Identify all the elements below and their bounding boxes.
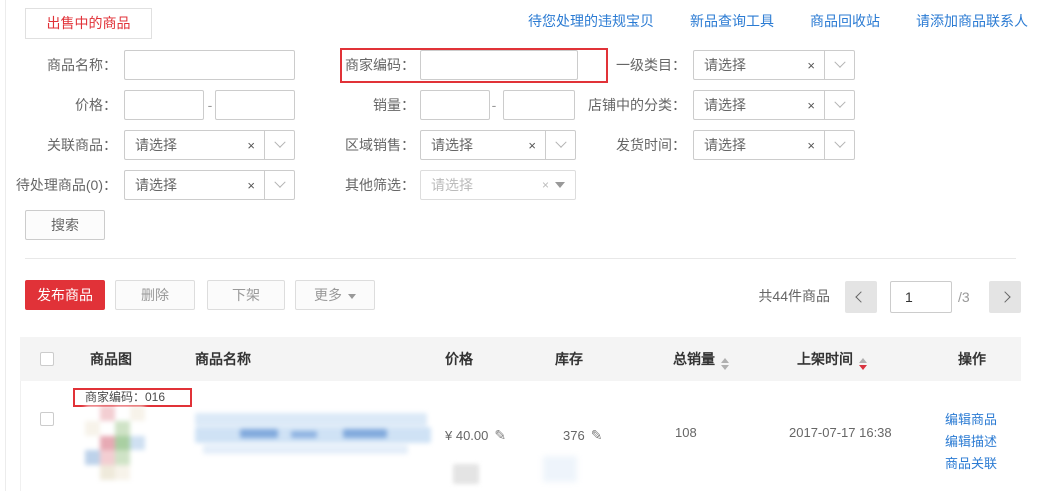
merchant-code-value-annotation: 商家编码：016 <box>73 388 192 407</box>
pending-products-clear-icon[interactable]: × <box>238 178 264 193</box>
sales-range-dash: - <box>489 90 499 120</box>
sales-label: 销量： <box>295 90 415 120</box>
shop-category-label: 店铺中的分类： <box>552 90 686 120</box>
sales-min-input[interactable] <box>420 90 490 120</box>
price-range-dash: - <box>205 90 215 120</box>
product-table-header: 商品图 商品名称 价格 库存 总销量 上架时间 操作 <box>20 337 1021 381</box>
take-down-button[interactable]: 下架 <box>207 280 285 310</box>
stock-value: 376 <box>563 428 585 443</box>
edit-description-link[interactable]: 编辑描述 <box>945 431 997 450</box>
price-min-input[interactable] <box>124 90 204 120</box>
blur-artifact-patch <box>453 464 479 484</box>
price-value: ¥ 40.00 <box>445 428 488 443</box>
product-image-blur[interactable] <box>85 406 145 480</box>
delivery-time-chevron-down-icon[interactable] <box>824 131 854 159</box>
top-link-bar: 待您处理的违规宝贝 新品查询工具 商品回收站 请添加商品联系人 <box>528 11 1028 31</box>
pending-products-chevron-down-icon[interactable] <box>264 171 294 199</box>
column-header-listed-time[interactable]: 上架时间 <box>797 337 867 381</box>
price-label: 价格： <box>0 90 117 120</box>
delivery-time-clear-icon[interactable]: × <box>798 138 824 153</box>
other-filter-select-value: 请选择 <box>421 175 536 195</box>
pending-products-select-value: 请选择 <box>125 175 238 195</box>
product-relation-link[interactable]: 商品关联 <box>945 453 997 472</box>
link-new-product-query[interactable]: 新品查询工具 <box>690 11 774 31</box>
related-products-select[interactable]: 请选择 × <box>124 130 295 160</box>
prev-page-button[interactable] <box>845 281 877 313</box>
other-filter-clear-icon[interactable]: × <box>536 178 555 192</box>
shop-category-select-value: 请选择 <box>694 95 798 115</box>
column-header-price: 价格 <box>445 337 473 381</box>
pending-products-label: 待处理商品(0)： <box>0 170 117 200</box>
product-name-input[interactable] <box>124 50 295 80</box>
other-filter-select[interactable]: 请选择 × <box>420 170 576 200</box>
stock-cell: 376 ✎ <box>563 426 602 445</box>
tab-onsale-products[interactable]: 出售中的商品 <box>25 8 152 39</box>
delivery-time-select-value: 请选择 <box>694 135 798 155</box>
category-label: 一级类目： <box>552 50 686 80</box>
column-header-total-sales[interactable]: 总销量 <box>673 337 729 381</box>
related-products-chevron-down-icon[interactable] <box>264 131 294 159</box>
edit-price-pencil-icon[interactable]: ✎ <box>494 426 506 444</box>
product-management-page: 出售中的商品 待您处理的违规宝贝 新品查询工具 商品回收站 请添加商品联系人 商… <box>0 0 1041 491</box>
product-name-blur <box>195 410 435 458</box>
price-max-input[interactable] <box>215 90 295 120</box>
related-products-clear-icon[interactable]: × <box>238 138 264 153</box>
publish-product-button[interactable]: 发布商品 <box>25 280 105 310</box>
link-add-product-contact[interactable]: 请添加商品联系人 <box>916 11 1028 31</box>
link-violation-items[interactable]: 待您处理的违规宝贝 <box>528 11 654 31</box>
category-chevron-down-icon[interactable] <box>824 51 854 79</box>
chevron-left-icon <box>855 291 866 302</box>
other-filter-caret-down-icon[interactable] <box>555 182 565 188</box>
delete-button[interactable]: 删除 <box>115 280 195 310</box>
column-header-name: 商品名称 <box>195 337 251 381</box>
category-select[interactable]: 请选择 × <box>693 50 855 80</box>
delivery-time-select[interactable]: 请选择 × <box>693 130 855 160</box>
row-checkbox[interactable] <box>40 412 54 426</box>
column-header-image: 商品图 <box>90 337 132 381</box>
shop-category-clear-icon[interactable]: × <box>798 98 824 113</box>
more-dropdown-button[interactable]: 更多 <box>295 280 375 310</box>
category-select-value: 请选择 <box>694 55 798 75</box>
product-name-label: 商品名称： <box>0 50 117 80</box>
total-sales-value: 108 <box>675 424 697 442</box>
total-products-count: 共44件商品 <box>690 280 830 312</box>
column-header-actions: 操作 <box>958 337 986 381</box>
section-divider <box>25 258 1016 259</box>
listed-time-value: 2017-07-17 16:38 <box>789 424 892 442</box>
region-sales-label: 区域销售： <box>295 130 415 160</box>
column-header-stock: 库存 <box>555 337 583 381</box>
price-cell: ¥ 40.00 ✎ <box>445 426 506 445</box>
more-button-label: 更多 <box>314 287 342 303</box>
related-products-select-value: 请选择 <box>125 135 238 155</box>
blur-artifact-patch-2 <box>543 456 577 482</box>
region-sales-clear-icon[interactable]: × <box>519 138 545 153</box>
page-number-input[interactable] <box>890 281 952 313</box>
merchant-code-label: 商家编码： <box>295 50 415 80</box>
total-sales-sort-icon[interactable] <box>721 358 729 370</box>
other-filter-label: 其他筛选： <box>295 170 415 200</box>
page-total-label: /3 <box>958 281 970 313</box>
select-all-checkbox[interactable] <box>40 352 54 366</box>
category-clear-icon[interactable]: × <box>798 58 824 73</box>
region-sales-select-value: 请选择 <box>421 135 519 155</box>
delivery-time-label: 发货时间： <box>552 130 686 160</box>
pending-products-select[interactable]: 请选择 × <box>124 170 295 200</box>
edit-stock-pencil-icon[interactable]: ✎ <box>591 426 603 444</box>
link-recycle-bin[interactable]: 商品回收站 <box>810 11 880 31</box>
chevron-right-icon <box>999 291 1010 302</box>
search-button[interactable]: 搜索 <box>25 210 105 240</box>
edit-product-link[interactable]: 编辑商品 <box>945 409 997 428</box>
listed-time-sort-icon[interactable] <box>859 358 867 370</box>
listed-time-header-label: 上架时间 <box>797 351 853 367</box>
next-page-button[interactable] <box>989 281 1021 313</box>
related-products-label: 关联商品： <box>0 130 117 160</box>
shop-category-select[interactable]: 请选择 × <box>693 90 855 120</box>
more-caret-down-icon <box>348 294 356 299</box>
total-sales-header-label: 总销量 <box>673 351 715 367</box>
shop-category-chevron-down-icon[interactable] <box>824 91 854 119</box>
